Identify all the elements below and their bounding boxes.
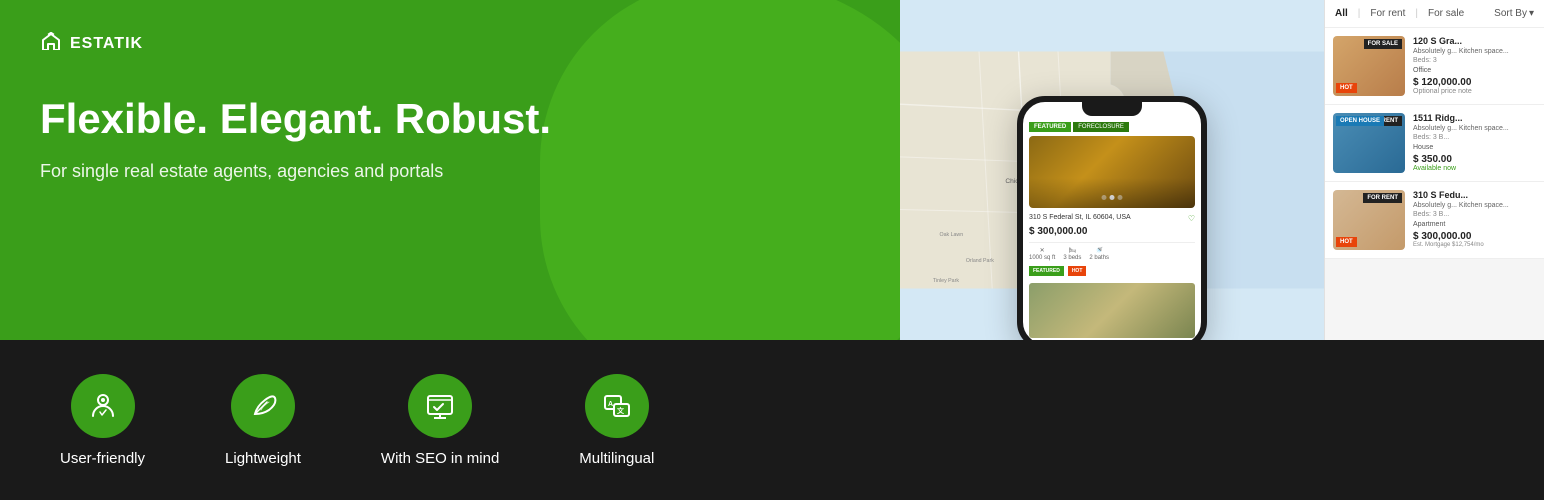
user-friendly-icon-circle [71,374,135,438]
property-thumb-1: FOR SALE HOT [1333,36,1405,96]
phone-featured-badge: FEATURED [1029,122,1071,132]
tab-forsale[interactable]: For sale [1428,8,1464,19]
feature-user-friendly: User-friendly [60,374,145,467]
phone-price: $ 300,000.00 [1029,226,1195,237]
property-title-1: 120 S Gra... [1413,36,1536,46]
property-info-3: 310 S Fedu... Absolutely g... Kitchen sp… [1413,190,1536,248]
phone-spec-sqft: ✕ 1000 sq ft [1029,247,1055,261]
panel-header: All | For rent | For sale Sort By ▾ [1325,0,1544,28]
features-section: User-friendly Lightweight With SEO in mi… [0,340,1544,500]
feature-lightweight: Lightweight [225,374,301,467]
phone-property-image [1029,136,1195,208]
property-specs-2: Beds: 3 B... [1413,134,1536,141]
open-house-badge: OPEN HOUSE [1336,116,1384,126]
tab-forrent[interactable]: For rent [1370,8,1405,19]
right-panel: All | For rent | For sale Sort By ▾ FOR … [1324,0,1544,340]
for-sale-badge: FOR SALE [1364,39,1402,49]
phone-address-row: 310 S Federal St, IL 60604, USA ♡ [1029,214,1195,223]
property-card-3[interactable]: FOR RENT HOT 310 S Fedu... Absolutely g.… [1325,182,1544,259]
svg-text:Tinley Park: Tinley Park [933,278,959,284]
property-type-2: House [1413,144,1536,151]
feature-label-seo: With SEO in mind [381,450,499,467]
feature-label-lightweight: Lightweight [225,450,301,467]
logo-icon [40,32,62,55]
hot-badge-3: HOT [1336,237,1357,247]
property-card-2[interactable]: FOR RENT OPEN HOUSE 1511 Ridg... Absolut… [1325,105,1544,182]
property-mortgage-3: Est. Mortgage $12,754/mo [1413,242,1536,248]
property-title-3: 310 S Fedu... [1413,190,1536,200]
for-rent-badge-3: FOR RENT [1363,193,1402,203]
lightweight-icon-circle [231,374,295,438]
phone-address-text: 310 S Federal St, IL 60604, USA [1029,214,1131,221]
phone-content: FEATURED FORECLOSURE 310 S Federal St, I… [1023,116,1201,340]
tab-all[interactable]: All [1335,8,1348,19]
property-info-1: 120 S Gra... Absolutely g... Kitchen spa… [1413,36,1536,95]
phone-spec-beds: 🛏 3 beds [1063,247,1081,261]
feature-label-user-friendly: User-friendly [60,450,145,467]
property-card-1[interactable]: FOR SALE HOT 120 S Gra... Absolutely g..… [1325,28,1544,105]
logo: ESTATIK [40,32,860,55]
hero-title: Flexible. Elegant. Robust. [40,95,860,143]
hero-section: ESTATIK Flexible. Elegant. Robust. For s… [0,0,900,340]
property-price-3: $ 300,000.00 [1413,231,1536,242]
property-price-note-1: Optional price note [1413,88,1536,95]
property-thumb-3: FOR RENT HOT [1333,190,1405,250]
map-area: Chicago Oak Lawn Orland Park Calumet Cit… [900,0,1324,340]
hero-subtitle: For single real estate agents, agencies … [40,161,860,182]
seo-icon-circle [408,374,472,438]
logo-text: ESTATIK [70,35,143,53]
property-info-2: 1511 Ridg... Absolutely g... Kitchen spa… [1413,113,1536,172]
property-desc-3: Absolutely g... Kitchen space... [1413,202,1536,209]
multilingual-icon-circle: A 文 [585,374,649,438]
feature-label-multilingual: Multilingual [579,450,654,467]
property-price-1: $ 120,000.00 [1413,77,1536,88]
property-specs-3: Beds: 3 B... [1413,211,1536,218]
svg-text:文: 文 [617,406,625,415]
property-desc-1: Absolutely g... Kitchen space... [1413,48,1536,55]
phone-mockup: FEATURED FORECLOSURE 310 S Federal St, I… [1017,96,1207,340]
phone-second-property-image [1029,283,1195,338]
svg-text:Orland Park: Orland Park [966,258,994,264]
phone-specs: ✕ 1000 sq ft 🛏 3 beds 🚿 2 baths [1029,247,1195,261]
property-specs-1: Beds: 3 [1413,57,1536,64]
property-price-2: $ 350.00 [1413,154,1536,165]
phone-spec-baths: 🚿 2 baths [1089,247,1109,261]
phone-notch [1082,102,1142,116]
feature-multilingual: A 文 Multilingual [579,374,654,467]
property-title-2: 1511 Ridg... [1413,113,1536,123]
sort-by-dropdown[interactable]: Sort By ▾ [1494,8,1534,19]
svg-text:A: A [608,401,613,408]
chevron-down-icon: ▾ [1529,8,1534,19]
property-thumb-2: FOR RENT OPEN HOUSE [1333,113,1405,173]
hot-badge-1: HOT [1336,83,1357,93]
feature-seo: With SEO in mind [381,374,499,467]
top-section: ESTATIK Flexible. Elegant. Robust. For s… [0,0,1544,340]
property-available-2: Available now [1413,165,1536,172]
phone-foreclosure-badge: FORECLOSURE [1073,122,1129,132]
property-type-1: Office [1413,67,1536,74]
svg-text:Oak Lawn: Oak Lawn [940,232,964,238]
property-desc-2: Absolutely g... Kitchen space... [1413,125,1536,132]
property-type-3: Apartment [1413,221,1536,228]
